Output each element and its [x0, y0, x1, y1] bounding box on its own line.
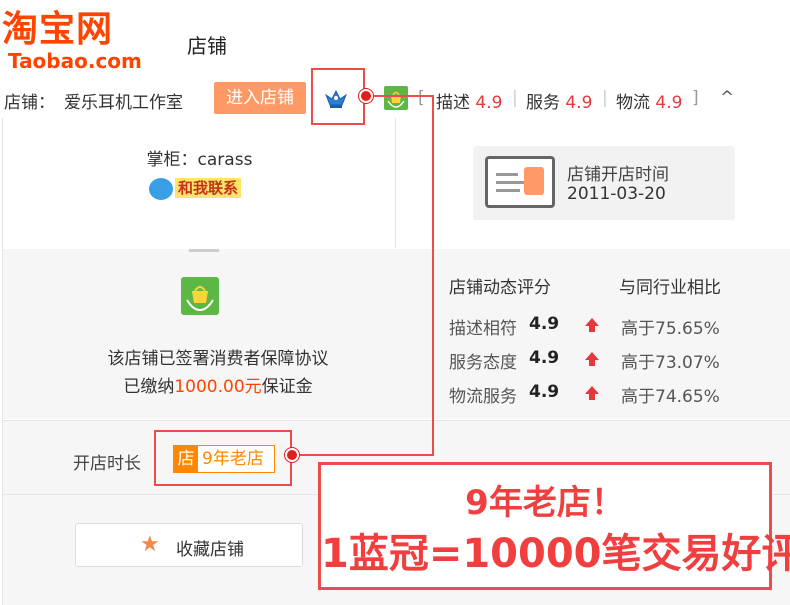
dsr-row: 描述相符 4.9 高于75.65% [449, 314, 769, 339]
rating-description: 描述 4.9 [436, 88, 502, 113]
industry-compare-header: 与同行业相比 [619, 278, 721, 298]
enter-shop-button[interactable]: 进入店铺 [214, 82, 306, 114]
shop-age-label: 开店时长 [73, 454, 141, 474]
rating-label: 描述 [436, 93, 470, 113]
taobao-logo[interactable]: 淘宝网 Taobao.com [2, 9, 152, 73]
rating-value: 4.9 [475, 93, 503, 113]
deposit-prefix: 已缴纳 [123, 377, 175, 397]
section-divider [189, 249, 219, 252]
dsr-name: 服务态度 [449, 353, 517, 373]
deposit-suffix: 保证金 [261, 377, 313, 397]
guarantee-agreement-text: 该店铺已签署消费者保障协议 [107, 349, 329, 369]
deposit-amount: 1000.00元 [174, 377, 262, 397]
rating-divider: | [602, 88, 608, 108]
up-arrow-icon [585, 352, 599, 366]
rating-service: 服务 4.9 [526, 88, 592, 113]
dsr-header: 店铺动态评分 [449, 278, 551, 298]
rating-label: 服务 [526, 93, 560, 113]
collapse-caret-icon[interactable]: ^ [720, 88, 734, 108]
contact-me-button[interactable]: 和我联系 [149, 176, 253, 202]
up-arrow-icon [585, 318, 599, 332]
ratings-bracket-open: [ [418, 88, 425, 108]
dsr-compare: 高于75.65% [621, 319, 720, 339]
rating-logistics: 物流 4.9 [616, 88, 682, 113]
owner-section: 掌柜：carass 和我联系 [3, 118, 396, 248]
annotation-box-crown [311, 68, 365, 125]
annotation-line [366, 95, 434, 97]
rating-divider: | [512, 88, 518, 108]
annotation-line [432, 95, 434, 456]
up-arrow-icon [585, 386, 599, 400]
rating-value: 4.9 [565, 93, 593, 113]
dsr-score: 4.9 [529, 382, 560, 402]
shop-bar: 店铺： 爱乐耳机工作室 进入店铺 [ 描述 4.9 | 服务 4.9 | 物流 … [0, 82, 790, 116]
consumer-guarantee-icon[interactable] [384, 86, 408, 110]
open-time-card: 店铺开店时间 2011-03-20 [473, 146, 735, 220]
contact-label: 和我联系 [175, 178, 242, 198]
shop-name-link[interactable]: 爱乐耳机工作室 [64, 88, 183, 113]
guarantee-deposit-text: 已缴纳1000.00元保证金 [3, 372, 433, 397]
open-time-section: 店铺开店时间 2011-03-20 [397, 118, 790, 248]
annotation-dot [285, 448, 299, 462]
dsr-compare: 高于73.07% [621, 353, 720, 373]
dsr-name: 描述相符 [449, 319, 517, 339]
annotation-callout: 9年老店！ 1蓝冠=10000笔交易好评 [318, 462, 790, 590]
id-card-icon [485, 156, 555, 208]
dsr-row: 物流服务 4.9 高于74.65% [449, 382, 769, 407]
logo-text-cn: 淘宝网 [2, 9, 114, 50]
logo-text-en: Taobao.com [8, 49, 142, 73]
annotation-line [292, 454, 434, 456]
rating-value: 4.9 [655, 93, 683, 113]
annotation-dot [359, 89, 373, 103]
ratings-bracket-close: ] [692, 88, 699, 108]
shop-label: 店铺： [4, 93, 55, 113]
callout-line1: 9年老店！ [465, 483, 625, 523]
open-time-date: 2011-03-20 [567, 184, 666, 204]
dsr-row: 服务态度 4.9 高于73.07% [449, 348, 769, 373]
callout-line2: 1蓝冠=10000笔交易好评 [321, 531, 790, 577]
owner-name: 掌柜：carass [146, 150, 253, 170]
page-title: 店铺 [187, 34, 227, 58]
star-icon: ★ [140, 532, 160, 557]
consumer-guarantee-icon [181, 277, 219, 315]
annotation-box-shop-age [154, 430, 292, 486]
open-time-label: 店铺开店时间 [567, 165, 669, 185]
favorite-label: 收藏店铺 [176, 540, 244, 560]
dsr-score: 4.9 [529, 314, 560, 334]
dsr-name: 物流服务 [449, 387, 517, 407]
favorite-shop-button[interactable]: ★ 收藏店铺 [75, 523, 303, 567]
wangwang-chat-icon [149, 178, 173, 200]
dsr-score: 4.9 [529, 348, 560, 368]
dsr-compare: 高于74.65% [621, 387, 720, 407]
rating-label: 物流 [616, 93, 650, 113]
